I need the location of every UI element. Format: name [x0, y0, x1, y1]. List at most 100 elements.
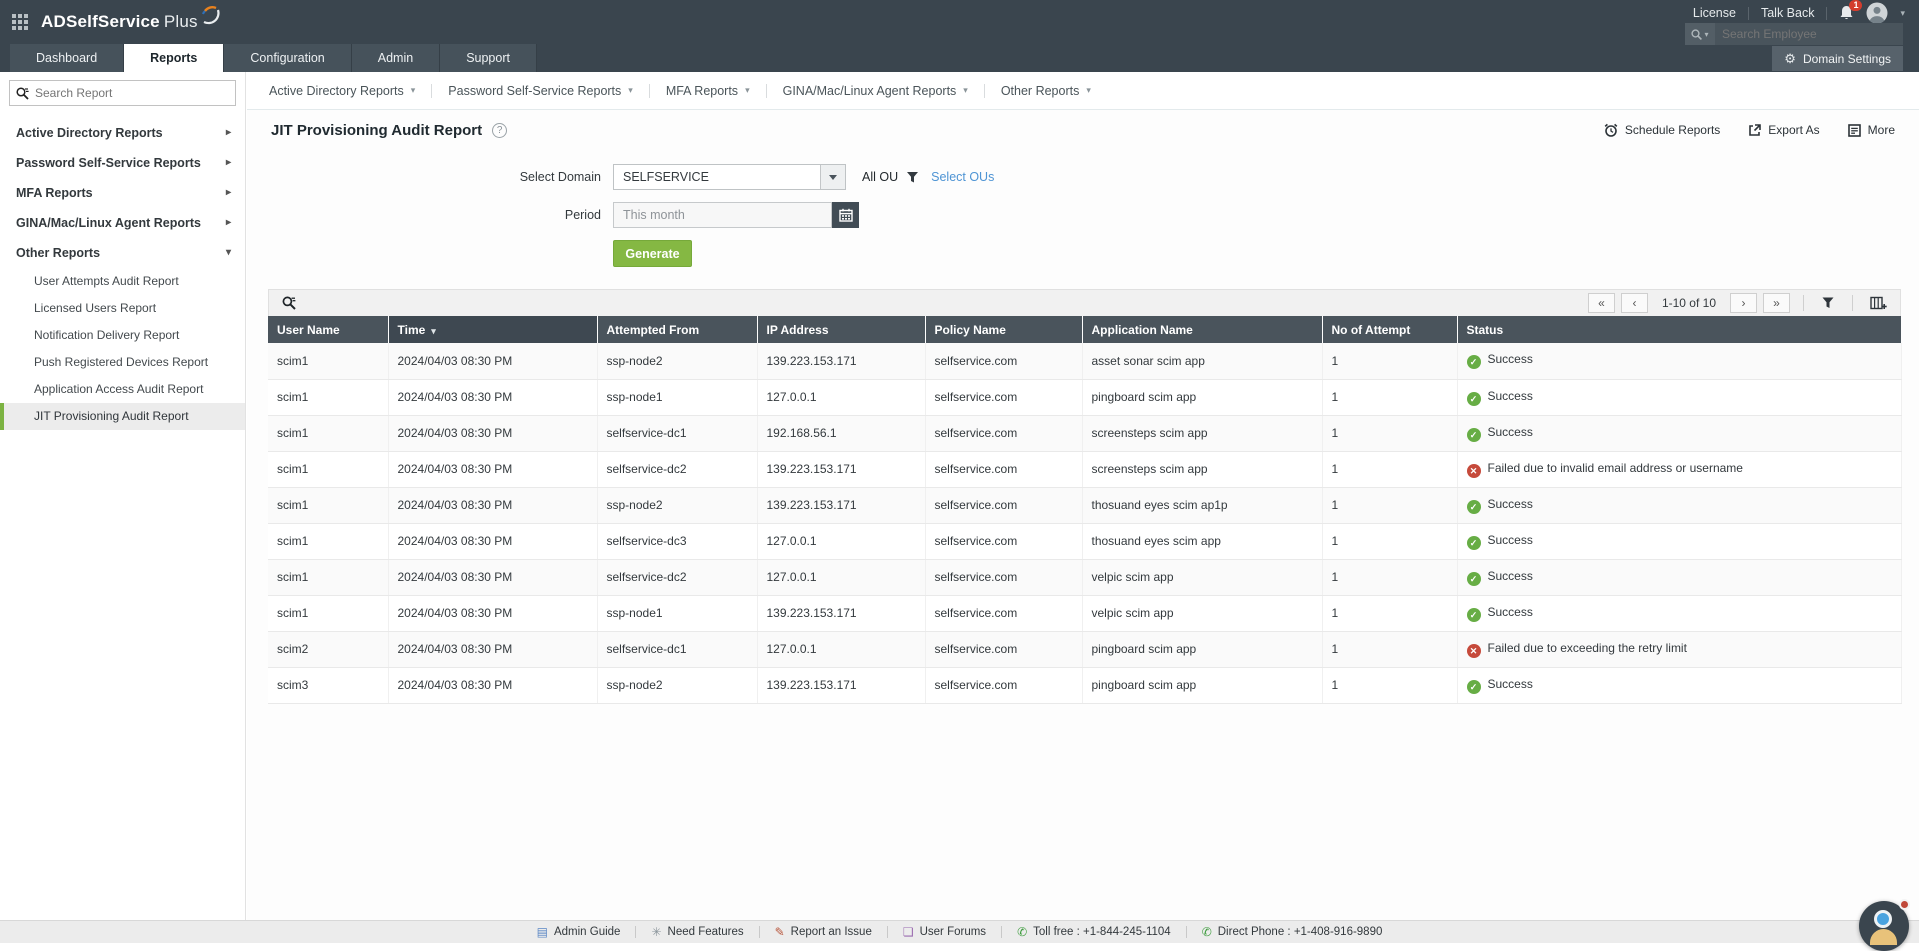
- talkback-link[interactable]: Talk Back: [1761, 6, 1815, 20]
- all-ou-group: All OU Select OUs: [862, 170, 994, 184]
- footer-link-need-features[interactable]: ✳ Need Features: [651, 925, 743, 939]
- column-header-attempted-from[interactable]: Attempted From: [597, 316, 758, 343]
- tab-admin[interactable]: Admin: [351, 44, 441, 72]
- search-icon[interactable]: ▾: [1685, 23, 1715, 45]
- generate-button[interactable]: Generate: [613, 240, 692, 267]
- footer-link-report-an-issue[interactable]: ✎ Report an Issue: [775, 925, 872, 939]
- sidebar-item-jit-provisioning-audit-report[interactable]: JIT Provisioning Audit Report: [0, 403, 245, 430]
- table-row[interactable]: scim1 2024/04/03 08:30 PM ssp-node2 139.223…: [268, 487, 1902, 524]
- footer-link-direct-phone[interactable]: ✆ Direct Phone : +1-408-916-9890: [1202, 925, 1383, 939]
- ip-address-cell: 139.223.153.171: [757, 343, 926, 380]
- domain-select-value: SELFSERVICE: [623, 170, 709, 184]
- application-name-cell: asset sonar scim app: [1082, 343, 1323, 380]
- footer-label: Admin Guide: [553, 926, 621, 938]
- table-row[interactable]: scim1 2024/04/03 08:30 PM selfservice-dc1 1…: [268, 415, 1902, 452]
- more-menu-icon: [1847, 123, 1861, 137]
- filter-funnel-icon[interactable]: [1817, 294, 1839, 312]
- help-icon[interactable]: ?: [492, 122, 508, 138]
- column-header-time[interactable]: Time ▾: [388, 316, 598, 343]
- success-icon: ✓: [1466, 607, 1481, 622]
- sidebar-item-gina-mac-linux-agent-reports[interactable]: GINA/Mac/Linux Agent Reports ▸: [0, 208, 245, 238]
- sidebar-item-licensed-users-report[interactable]: Licensed Users Report: [0, 295, 245, 322]
- pagination: « ‹ 1-10 of 10 › »: [1587, 293, 1891, 313]
- table-search-icon[interactable]: [278, 294, 300, 312]
- sidebar-item-active-directory-reports[interactable]: Active Directory Reports ▸: [0, 118, 245, 148]
- sidebar-item-mfa-reports[interactable]: MFA Reports ▸: [0, 178, 245, 208]
- policy-name-cell: selfservice.com: [925, 379, 1083, 416]
- period-input[interactable]: This month: [613, 202, 832, 228]
- sidebar-item-push-registered-devices-report[interactable]: Push Registered Devices Report: [0, 349, 245, 376]
- column-header-ip-address[interactable]: IP Address: [757, 316, 926, 343]
- reportnav-other-reports[interactable]: Other Reports ▾: [1001, 84, 1091, 98]
- schedule-reports-button[interactable]: Schedule Reports: [1604, 123, 1720, 137]
- next-page-button[interactable]: ›: [1730, 293, 1757, 313]
- application-name-cell: pingboard scim app: [1082, 379, 1323, 416]
- sidebar-item-other-reports[interactable]: Other Reports ▾: [0, 238, 245, 268]
- sidebar-item-notification-delivery-report[interactable]: Notification Delivery Report: [0, 322, 245, 349]
- sidebar-category-label: Password Self-Service Reports: [16, 156, 201, 170]
- employee-search-input[interactable]: [1715, 27, 1903, 41]
- reportnav-gina-mac-linux-agent-reports[interactable]: GINA/Mac/Linux Agent Reports ▾: [783, 84, 968, 98]
- table-row[interactable]: scim1 2024/04/03 08:30 PM selfservice-dc2 1…: [268, 451, 1902, 488]
- status-text: Success: [1487, 568, 1533, 583]
- tab-support[interactable]: Support: [440, 44, 537, 72]
- table-row[interactable]: scim1 2024/04/03 08:30 PM ssp-node1 127.0.0…: [268, 379, 1902, 416]
- time-cell: 2024/04/03 08:30 PM: [388, 667, 598, 704]
- notifications-bell-icon[interactable]: 1: [1839, 0, 1863, 21]
- column-header-user-name[interactable]: User Name: [268, 316, 389, 343]
- failed-icon: ✕: [1466, 643, 1481, 658]
- table-row[interactable]: scim1 2024/04/03 08:30 PM ssp-node1 139.223…: [268, 595, 1902, 632]
- application-name-cell: screensteps scim app: [1082, 451, 1323, 488]
- add-remove-columns-icon[interactable]: [1866, 294, 1891, 312]
- column-header-no-of-attempt[interactable]: No of Attempt: [1322, 316, 1458, 343]
- table-row[interactable]: scim3 2024/04/03 08:30 PM ssp-node2 139.223…: [268, 667, 1902, 704]
- table-row[interactable]: scim2 2024/04/03 08:30 PM selfservice-dc1 1…: [268, 631, 1902, 668]
- footer-link-admin-guide[interactable]: ▤ Admin Guide: [537, 925, 621, 939]
- calendar-icon[interactable]: [832, 202, 859, 228]
- reportnav-password-self-service-reports[interactable]: Password Self-Service Reports ▾: [448, 84, 633, 98]
- tab-dashboard[interactable]: Dashboard: [10, 44, 125, 72]
- policy-name-cell: selfservice.com: [925, 667, 1083, 704]
- brand-logo[interactable]: ADSelfService Plus: [41, 6, 220, 32]
- tab-reports[interactable]: Reports: [124, 44, 225, 72]
- table-row[interactable]: scim1 2024/04/03 08:30 PM selfservice-dc3 1…: [268, 523, 1902, 560]
- footer-link-toll-free[interactable]: ✆ Toll free : +1-844-245-1104: [1017, 925, 1171, 939]
- domain-select[interactable]: SELFSERVICE: [613, 164, 846, 190]
- success-icon: ✓: [1466, 679, 1481, 694]
- top-header: ADSelfService Plus License Talk Back 1 ▾ …: [0, 0, 1919, 45]
- column-header-status[interactable]: Status: [1457, 316, 1902, 343]
- application-name-cell: thosuand eyes scim app: [1082, 523, 1323, 560]
- first-page-button[interactable]: «: [1587, 293, 1615, 313]
- status-cell: ✓ Success: [1457, 523, 1902, 560]
- footer-divider: [1001, 926, 1003, 938]
- report-table-area: « ‹ 1-10 of 10 › » User NameTime▾Atte: [268, 289, 1902, 704]
- app-grid-icon[interactable]: [12, 13, 29, 31]
- user-name-cell: scim1: [268, 451, 389, 488]
- column-header-policy-name[interactable]: Policy Name: [925, 316, 1083, 343]
- chevron-down-icon[interactable]: [820, 165, 845, 189]
- ou-filter-funnel-icon[interactable]: [906, 171, 919, 184]
- footer: ▤ Admin Guide ✳ Need Features ✎ Report an Iss…: [0, 920, 1919, 943]
- tab-configuration[interactable]: Configuration: [224, 44, 352, 72]
- support-chat-widget[interactable]: [1859, 899, 1910, 951]
- sidebar-item-application-access-audit-report[interactable]: Application Access Audit Report: [0, 376, 245, 403]
- license-link[interactable]: License: [1693, 6, 1736, 20]
- select-ous-link[interactable]: Select OUs: [931, 170, 994, 184]
- more-button[interactable]: More: [1847, 123, 1895, 137]
- sidebar-item-user-attempts-audit-report[interactable]: User Attempts Audit Report: [0, 268, 245, 295]
- export-as-button[interactable]: Export As: [1748, 123, 1820, 137]
- previous-page-button[interactable]: ‹: [1620, 293, 1648, 313]
- domain-settings-button[interactable]: ⚙ Domain Settings: [1772, 46, 1903, 71]
- reportnav-active-directory-reports[interactable]: Active Directory Reports ▾: [269, 84, 415, 98]
- table-row[interactable]: scim1 2024/04/03 08:30 PM selfservice-dc2 1…: [268, 559, 1902, 596]
- column-header-application-name[interactable]: Application Name: [1082, 316, 1323, 343]
- last-page-button[interactable]: »: [1763, 293, 1790, 313]
- table-row[interactable]: scim1 2024/04/03 08:30 PM ssp-node2 139.223…: [268, 343, 1902, 380]
- export-as-label: Export As: [1768, 123, 1820, 137]
- user-avatar[interactable]: [1866, 2, 1888, 24]
- sidebar-item-password-self-service-reports[interactable]: Password Self-Service Reports ▸: [0, 148, 245, 178]
- report-search-input[interactable]: [35, 86, 229, 100]
- footer-link-user-forums[interactable]: ❏ User Forums: [903, 925, 986, 939]
- reportnav-mfa-reports[interactable]: MFA Reports ▾: [666, 84, 750, 98]
- user-menu-caret-icon[interactable]: ▾: [1900, 8, 1905, 19]
